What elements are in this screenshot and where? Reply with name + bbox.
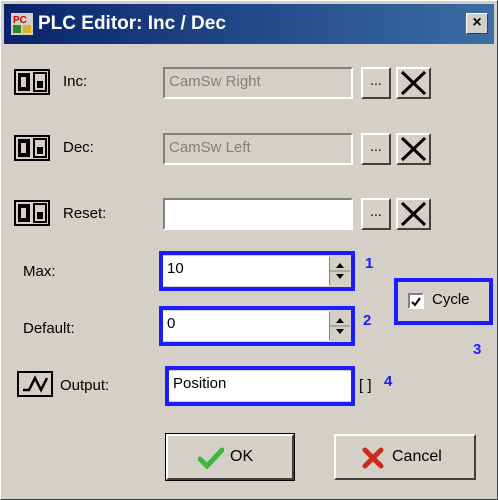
spin-arrows-icon xyxy=(330,318,350,334)
default-field[interactable]: 0 xyxy=(163,311,329,341)
svg-text:PC: PC xyxy=(13,15,27,26)
plc-app-icon: PC xyxy=(11,13,33,35)
cancel-x-icon xyxy=(362,447,384,469)
callout-2: 2 xyxy=(363,312,372,329)
max-highlight: 10 xyxy=(159,251,355,291)
max-label: Max: xyxy=(23,263,56,280)
checkmark-icon xyxy=(198,447,224,469)
clear-x-icon xyxy=(400,201,427,227)
cycle-checkbox[interactable] xyxy=(408,293,424,309)
max-spin[interactable] xyxy=(329,257,350,285)
checkmark-icon xyxy=(411,297,421,307)
inc-browse-button[interactable]: ... xyxy=(361,67,391,99)
reset-browse-button[interactable]: ... xyxy=(361,198,391,230)
close-button[interactable]: × xyxy=(466,13,488,34)
reset-label: Reset: xyxy=(63,205,107,222)
dec-field[interactable]: CamSw Left xyxy=(163,133,353,165)
inc-clear-button[interactable] xyxy=(396,67,431,99)
cancel-button[interactable]: Cancel xyxy=(334,434,476,480)
inc-field[interactable]: CamSw Right xyxy=(163,67,353,99)
cancel-label: Cancel xyxy=(392,448,442,465)
input-extension-icon xyxy=(14,200,50,226)
callout-4: 4 xyxy=(384,373,393,390)
window-title: PLC Editor: Inc / Dec xyxy=(38,13,226,34)
default-label: Default: xyxy=(23,320,75,337)
cycle-highlight: Cycle xyxy=(394,278,493,325)
spin-arrows-icon xyxy=(330,263,350,279)
dec-clear-button[interactable] xyxy=(396,133,431,165)
max-field[interactable]: 10 xyxy=(163,256,329,286)
default-spin[interactable] xyxy=(329,312,350,340)
output-highlight: Position xyxy=(165,366,355,406)
ok-label: OK xyxy=(230,448,254,465)
output-extension-icon xyxy=(17,371,53,397)
cycle-label[interactable]: Cycle xyxy=(432,291,470,308)
input-extension-icon xyxy=(14,135,50,161)
reset-field[interactable] xyxy=(163,198,353,230)
dec-label: Dec: xyxy=(63,139,94,156)
inc-label: Inc: xyxy=(63,73,88,90)
title-bar[interactable]: PC PLC Editor: Inc / Dec × xyxy=(4,4,494,44)
clear-x-icon xyxy=(400,70,427,96)
default-highlight: 0 xyxy=(159,306,355,346)
callout-1: 1 xyxy=(365,255,374,272)
reset-clear-button[interactable] xyxy=(396,198,431,230)
output-field[interactable]: Position xyxy=(169,371,351,401)
callout-3: 3 xyxy=(473,341,482,358)
output-label: Output: xyxy=(60,377,110,394)
dec-browse-button[interactable]: ... xyxy=(361,133,391,165)
output-brackets[interactable]: [ ] xyxy=(359,377,372,394)
ok-button[interactable]: OK xyxy=(165,433,295,481)
input-extension-icon xyxy=(14,69,50,95)
clear-x-icon xyxy=(400,136,427,162)
plc-editor-window: PC PLC Editor: Inc / Dec × Inc: CamSw Ri… xyxy=(0,0,498,500)
